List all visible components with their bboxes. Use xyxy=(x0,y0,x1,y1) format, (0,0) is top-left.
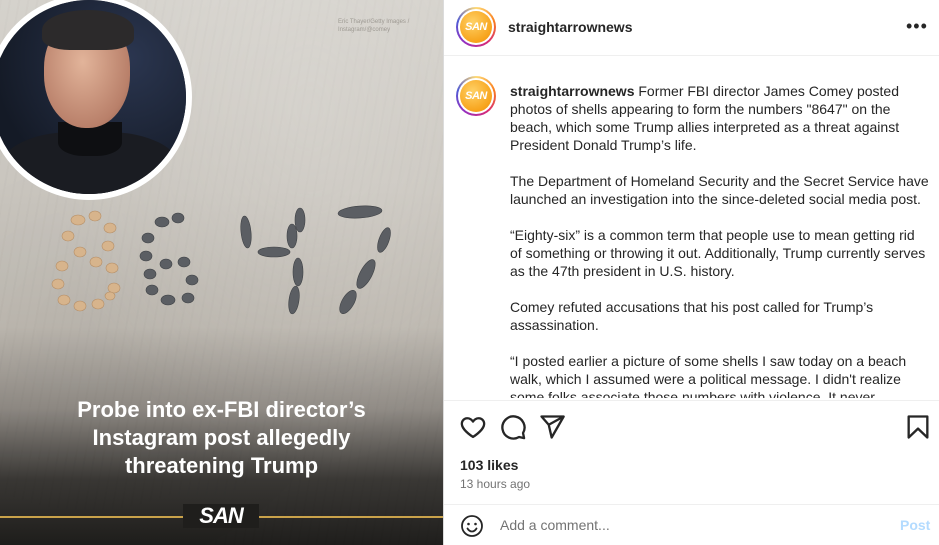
comment-icon[interactable] xyxy=(499,413,527,441)
caption-paragraph: Comey refuted accusations that his post … xyxy=(510,299,874,333)
emoji-icon[interactable] xyxy=(460,514,484,538)
caption-paragraph: “Eighty-six” is a common term that peopl… xyxy=(510,227,926,279)
caption-avatar[interactable]: SAN xyxy=(456,76,496,116)
share-icon[interactable] xyxy=(538,413,566,441)
post-header: SAN straightarrownews ••• xyxy=(444,0,939,56)
post-comment-button[interactable]: Post xyxy=(900,517,930,533)
headline: Probe into ex-FBI director’s Instagram p… xyxy=(77,397,366,478)
avatar[interactable]: SAN xyxy=(456,7,496,47)
caption-paragraph: The Department of Homeland Security and … xyxy=(510,173,929,207)
post-caption: straightarrownews Former FBI director Ja… xyxy=(510,82,930,398)
more-options-icon[interactable]: ••• xyxy=(906,17,928,35)
san-logo: SAN xyxy=(199,503,243,528)
bookmark-icon[interactable] xyxy=(904,413,932,441)
post-image[interactable]: Eric Thayer/Getty Images / Instagram/@co… xyxy=(0,0,443,545)
post-timestamp[interactable]: 13 hours ago xyxy=(460,477,530,491)
comment-bar: Post xyxy=(444,504,939,545)
like-heart-icon[interactable] xyxy=(459,413,487,441)
post-sidebar: SAN straightarrownews ••• SAN straightar… xyxy=(443,0,939,545)
caption-paragraph: “I posted earlier a picture of some shel… xyxy=(510,353,907,398)
like-count[interactable]: 103 likes xyxy=(460,457,518,473)
username-link[interactable]: straightarrownews xyxy=(508,19,632,35)
caption-username[interactable]: straightarrownews xyxy=(510,83,634,99)
comment-input[interactable] xyxy=(500,515,880,535)
post-actions: 103 likes 13 hours ago xyxy=(444,400,939,504)
